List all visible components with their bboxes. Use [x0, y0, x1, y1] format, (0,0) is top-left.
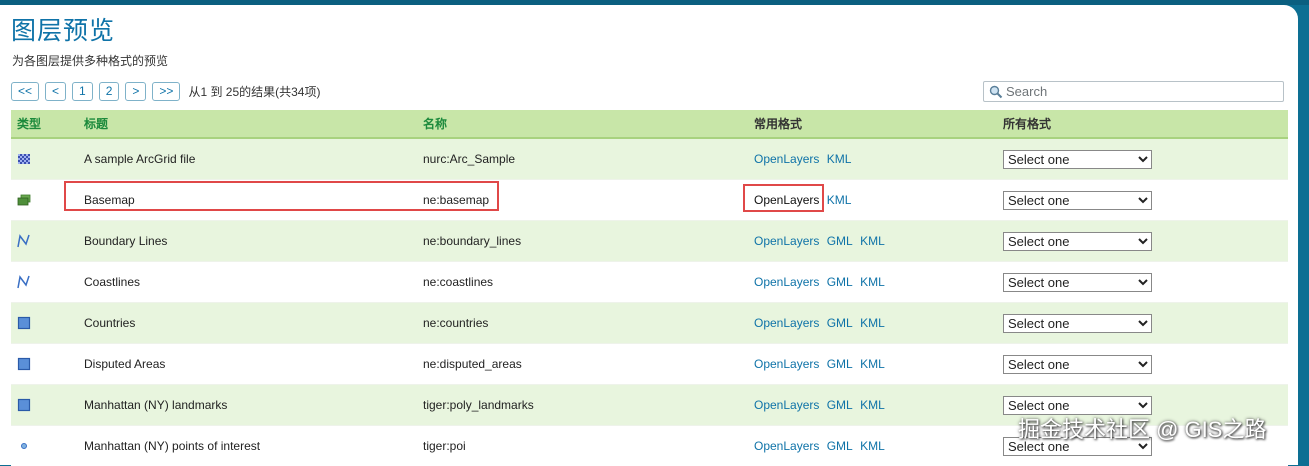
kml-link[interactable]: KML — [860, 398, 885, 412]
kml-link[interactable]: KML — [827, 193, 852, 207]
openlayers-link[interactable]: OpenLayers — [754, 439, 819, 453]
search-input[interactable] — [1006, 83, 1276, 100]
layer-name: ne:basemap — [417, 180, 748, 221]
layer-group-icon — [17, 193, 31, 207]
table-row: Disputed Areas ne:disputed_areas OpenLay… — [11, 344, 1288, 385]
layer-name: ne:boundary_lines — [417, 221, 748, 262]
line-icon — [17, 234, 31, 248]
layer-title: Disputed Areas — [78, 344, 417, 385]
format-select[interactable]: Select one — [1003, 232, 1152, 251]
layer-title: Countries — [78, 303, 417, 344]
table-row: Countries ne:countries OpenLayers GML KM… — [11, 303, 1288, 344]
page-title: 图层预览 — [11, 11, 115, 47]
pagination-info: 从1 到 25的结果(共34项) — [188, 83, 320, 100]
polygon-icon — [17, 316, 31, 330]
format-select[interactable]: Select one — [1003, 273, 1152, 292]
kml-link[interactable]: KML — [860, 439, 885, 453]
pagination: << < 1 2 > >> 从1 到 25的结果(共34项) — [11, 81, 320, 101]
page-subtitle: 为各图层提供多种格式的预览 — [12, 52, 168, 69]
kml-link[interactable]: KML — [827, 152, 852, 166]
layer-name: ne:countries — [417, 303, 748, 344]
gml-link[interactable]: GML — [827, 234, 853, 248]
page-2-button[interactable]: 2 — [99, 82, 120, 101]
openlayers-link[interactable]: OpenLayers — [754, 275, 819, 289]
last-page-button[interactable]: >> — [152, 82, 180, 101]
page-1-button[interactable]: 1 — [72, 82, 93, 101]
gml-link[interactable]: GML — [827, 439, 853, 453]
watermark: 掘金技术社区 @ GIS之路 — [1018, 412, 1266, 444]
prev-page-button[interactable]: < — [45, 82, 66, 101]
format-select[interactable]: Select one — [1003, 150, 1152, 169]
table-row: Boundary Lines ne:boundary_lines OpenLay… — [11, 221, 1288, 262]
layer-name: tiger:poi — [417, 426, 748, 466]
layer-title: Coastlines — [78, 262, 417, 303]
table-row: A sample ArcGrid file nurc:Arc_Sample Op… — [11, 138, 1288, 180]
gml-link[interactable]: GML — [827, 357, 853, 371]
layer-title: Manhattan (NY) landmarks — [78, 385, 417, 426]
gml-link[interactable]: GML — [827, 316, 853, 330]
next-page-button[interactable]: > — [125, 82, 146, 101]
column-header-title[interactable]: 标题 — [78, 110, 417, 138]
openlayers-link[interactable]: OpenLayers — [754, 316, 819, 330]
column-header-name[interactable]: 名称 — [417, 110, 748, 138]
table-row: Basemap ne:basemap OpenLayers KML Select… — [11, 180, 1288, 221]
gml-link[interactable]: GML — [827, 275, 853, 289]
table-row: Coastlines ne:coastlines OpenLayers GML … — [11, 262, 1288, 303]
gml-link[interactable]: GML — [827, 398, 853, 412]
raster-icon — [17, 152, 31, 166]
column-header-all-formats: 所有格式 — [997, 110, 1288, 138]
layer-title: Manhattan (NY) points of interest — [78, 426, 417, 466]
layer-name: nurc:Arc_Sample — [417, 138, 748, 180]
layer-title: Basemap — [78, 180, 417, 221]
column-header-type[interactable]: 类型 — [11, 110, 78, 138]
kml-link[interactable]: KML — [860, 357, 885, 371]
layer-name: ne:coastlines — [417, 262, 748, 303]
kml-link[interactable]: KML — [860, 316, 885, 330]
layer-name: tiger:poly_landmarks — [417, 385, 748, 426]
layer-name: ne:disputed_areas — [417, 344, 748, 385]
kml-link[interactable]: KML — [860, 234, 885, 248]
openlayers-link[interactable]: OpenLayers — [754, 152, 819, 166]
search-box[interactable] — [983, 81, 1284, 102]
search-icon — [989, 85, 1003, 99]
layer-title: Boundary Lines — [78, 221, 417, 262]
polygon-icon — [17, 357, 31, 371]
kml-link[interactable]: KML — [860, 275, 885, 289]
first-page-button[interactable]: << — [11, 82, 39, 101]
format-select[interactable]: Select one — [1003, 355, 1152, 374]
layer-title: A sample ArcGrid file — [78, 138, 417, 180]
format-select[interactable]: Select one — [1003, 314, 1152, 333]
format-select[interactable]: Select one — [1003, 191, 1152, 210]
openlayers-link[interactable]: OpenLayers — [754, 398, 819, 412]
column-header-common-formats: 常用格式 — [748, 110, 997, 138]
line-icon — [17, 275, 31, 289]
point-icon — [17, 439, 31, 453]
openlayers-link[interactable]: OpenLayers — [754, 357, 819, 371]
table-header-row: 类型 标题 名称 常用格式 所有格式 — [11, 110, 1288, 138]
polygon-icon — [17, 398, 31, 412]
openlayers-link[interactable]: OpenLayers — [754, 193, 819, 207]
openlayers-link[interactable]: OpenLayers — [754, 234, 819, 248]
